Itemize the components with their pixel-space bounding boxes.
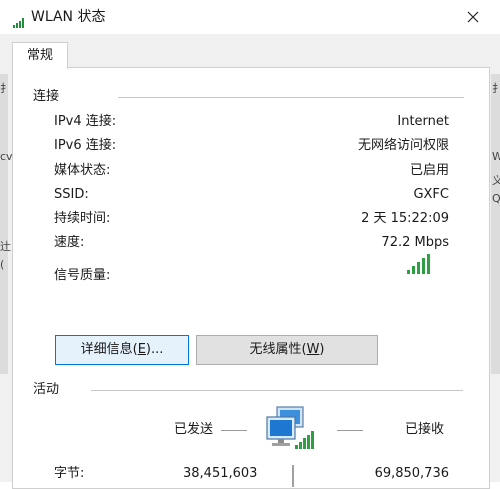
speed-value: 72.2 Mbps xyxy=(381,235,449,250)
signal-bar xyxy=(311,431,314,449)
wireless-button-label: 无线属性( xyxy=(249,342,307,357)
sent-connector-line xyxy=(221,430,247,431)
background-fragment: ( xyxy=(0,258,5,271)
signal-bar xyxy=(412,266,415,274)
bytes-sent-value: 38,451,603 xyxy=(183,466,258,481)
signal-bars-icon xyxy=(407,254,430,274)
media-status-value: 已启用 xyxy=(409,163,449,178)
details-button[interactable]: 详细信息(E)... xyxy=(55,335,189,365)
ipv6-value: 无网络访问权限 xyxy=(357,138,449,153)
tab-panel-general: 连接 IPv4 连接: Internet IPv6 连接: 无网络访问权限 媒体… xyxy=(12,67,490,489)
background-fragment: W xyxy=(492,150,500,163)
media-status-label: 媒体状态: xyxy=(54,163,111,178)
close-icon xyxy=(467,11,479,23)
close-button[interactable] xyxy=(456,3,490,31)
wifi-signal-icon xyxy=(13,13,25,32)
duration-value: 2 天 15:22:09 xyxy=(361,211,449,226)
activity-divider xyxy=(91,390,463,391)
signal-bar xyxy=(422,258,425,274)
dialog-client: 扌 扌 cv W 义 Q 辻 ( 常规 连接 IPv4 连接: Internet… xyxy=(0,34,500,489)
wireless-button-suffix: ) xyxy=(319,342,325,357)
background-fragment: Q xyxy=(492,192,500,205)
bytes-separator xyxy=(292,465,294,487)
background-fragment: cv xyxy=(0,150,13,163)
signal-bar xyxy=(307,435,310,449)
tab-general[interactable]: 常规 xyxy=(12,42,68,69)
connection-section-label: 连接 xyxy=(33,88,64,106)
background-fragment: 扌 xyxy=(0,82,11,95)
background-fragment: 辻 xyxy=(0,240,11,253)
ssid-value: GXFC xyxy=(413,187,449,202)
background-window-right xyxy=(491,74,500,374)
activity-section-label: 活动 xyxy=(33,381,64,399)
wireless-button-mnemonic: W xyxy=(306,342,320,357)
background-window-left xyxy=(0,74,8,374)
title-bar: WLAN 状态 xyxy=(0,0,500,34)
details-button-suffix: )... xyxy=(145,342,164,357)
background-fragment: 义 xyxy=(492,174,500,187)
signal-bar xyxy=(407,270,410,274)
bytes-received-value: 69,850,736 xyxy=(374,466,449,481)
bytes-label: 字节: xyxy=(54,466,85,481)
connection-divider xyxy=(118,97,464,98)
wireless-properties-button[interactable]: 无线属性(W) xyxy=(196,335,378,365)
signal-bar xyxy=(299,442,302,449)
ipv4-label: IPv4 连接: xyxy=(54,114,117,129)
activity-signal-icon xyxy=(295,431,314,449)
details-button-mnemonic: E xyxy=(137,342,146,357)
speed-label: 速度: xyxy=(54,235,85,250)
received-connector-line xyxy=(337,430,363,431)
details-button-label: 详细信息( xyxy=(80,342,138,357)
received-label: 已接收 xyxy=(405,422,445,437)
ipv4-value: Internet xyxy=(397,114,449,129)
window-title: WLAN 状态 xyxy=(31,9,106,25)
signal-bar xyxy=(295,445,298,449)
ssid-label: SSID: xyxy=(54,187,89,202)
signal-bar xyxy=(417,262,420,274)
signal-quality-label: 信号质量: xyxy=(54,268,111,283)
signal-bar xyxy=(427,254,430,274)
signal-bar xyxy=(303,438,306,449)
ipv6-label: IPv6 连接: xyxy=(54,138,117,153)
sent-label: 已发送 xyxy=(174,422,214,437)
background-fragment: 扌 xyxy=(492,82,500,95)
duration-label: 持续时间: xyxy=(54,211,111,226)
